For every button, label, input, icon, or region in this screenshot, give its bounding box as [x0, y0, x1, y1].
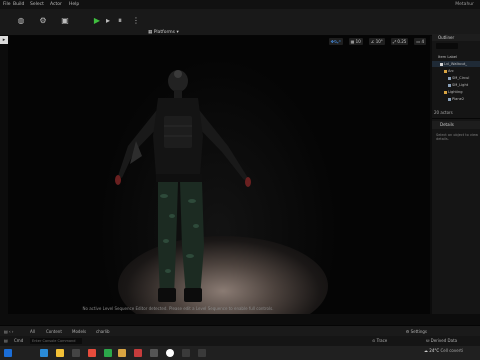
- sequencer-message: No active Level Sequence Editor detected…: [82, 306, 274, 311]
- weather-widget[interactable]: ☁ 24°C Cell coverti: [424, 348, 463, 353]
- viewport-toolbar: ✥↻⤢ ▦ 10 ∠ 10° ⤢ 0.25 ▭ 4: [328, 38, 426, 47]
- outliner-item-arc[interactable]: Arc: [432, 68, 480, 74]
- chrome-icon[interactable]: [88, 349, 96, 357]
- menu-item-help[interactable]: Help: [69, 2, 79, 7]
- menu-item-build[interactable]: Build: [13, 2, 24, 7]
- content-drawer-icon[interactable]: ▤ ‹ ›: [4, 329, 14, 334]
- play-icon[interactable]: ▶: [92, 16, 102, 26]
- level-viewport[interactable]: ✥↻⤢ ▦ 10 ∠ 10° ⤢ 0.25 ▭ 4 No active Leve…: [8, 36, 430, 314]
- outliner-item-sm-light[interactable]: SM_Light: [432, 82, 480, 88]
- app-icon[interactable]: [198, 349, 206, 357]
- outliner-item-sm-circul[interactable]: SM_Circul: [432, 75, 480, 81]
- unreal-engine-icon[interactable]: [166, 349, 174, 357]
- details-title: Details: [432, 121, 480, 129]
- app-icon[interactable]: [134, 349, 142, 357]
- content-drawer-button[interactable]: ▤: [4, 338, 8, 343]
- app-icon[interactable]: [118, 349, 126, 357]
- scale-snap-button[interactable]: ⤢ 0.25: [390, 38, 409, 45]
- add-actor-icon[interactable]: ◍: [16, 16, 26, 26]
- explorer-icon[interactable]: [56, 349, 64, 357]
- outliner-item-plane2[interactable]: Plane2: [432, 96, 480, 102]
- outliner-title: Outliner: [432, 34, 480, 41]
- windows-taskbar: ☁ 24°C Cell coverti: [0, 346, 480, 360]
- breadcrumb-all[interactable]: All: [30, 329, 35, 334]
- outliner-item-level[interactable]: Lvl_Walkout_: [432, 61, 480, 67]
- content-browser-bar: ▤ ‹ › All Content Models charlib ⚙ Setti…: [0, 325, 480, 336]
- more-icon[interactable]: ⋮: [131, 16, 141, 26]
- menu-bar: File Build Select Actor Help Metahur: [0, 0, 480, 9]
- level-icon: [440, 62, 443, 66]
- outliner-item-lighting[interactable]: Lighting: [432, 89, 480, 95]
- cinematics-icon[interactable]: ▣: [60, 16, 70, 26]
- app-icon[interactable]: [104, 349, 112, 357]
- weather-icon: ☁: [424, 348, 428, 353]
- mesh-icon: [448, 83, 451, 87]
- blueprint-icon[interactable]: ⚙: [38, 16, 48, 26]
- details-panel: Details Select an object to view details…: [432, 118, 480, 314]
- outliner-header: Item Label: [438, 55, 458, 59]
- status-bar: ▤ Cmd Enter Console Command ⊙ Trace ⛁ De…: [0, 336, 480, 346]
- app-icon[interactable]: [182, 349, 190, 357]
- panel-tab-icon[interactable]: ▸: [0, 36, 8, 44]
- mesh-icon: [448, 97, 451, 101]
- grid-snap-button[interactable]: ▦ 10: [348, 38, 363, 45]
- step-icon[interactable]: ▸: [103, 16, 113, 26]
- camera-speed-button[interactable]: ▭ 4: [414, 38, 426, 45]
- cmd-label[interactable]: Cmd: [14, 338, 23, 343]
- breadcrumb-models[interactable]: Models: [72, 329, 86, 334]
- menu-item-select[interactable]: Select: [30, 2, 44, 7]
- menu-item-actor[interactable]: Actor: [50, 2, 62, 7]
- details-empty-note: Select an object to view details.: [436, 133, 478, 141]
- folder-icon: [444, 69, 447, 73]
- edge-icon[interactable]: [40, 349, 48, 357]
- console-command-input[interactable]: Enter Console Command: [30, 338, 82, 344]
- rotation-snap-button[interactable]: ∠ 10°: [368, 38, 385, 45]
- breadcrumb-content[interactable]: Content: [46, 329, 62, 334]
- app-icon[interactable]: [72, 349, 80, 357]
- trace-button[interactable]: ⊙ Trace: [372, 338, 387, 343]
- menu-item-file[interactable]: File: [3, 2, 11, 7]
- settings-button[interactable]: ⚙ Settings: [406, 329, 427, 334]
- folder-icon: [444, 90, 447, 94]
- window-title: Metahur: [455, 2, 474, 7]
- app-icon[interactable]: [150, 349, 158, 357]
- mesh-icon: [448, 76, 451, 80]
- main-toolbar: ◍ ⚙ ▣ ▶ ▸ ⏸ ⋮ ▦ Platforms ▾: [0, 9, 480, 36]
- outliner-search-input[interactable]: [436, 43, 458, 49]
- outliner-panel: Outliner Item Label Lvl_Walkout_ Arc SM_…: [432, 34, 480, 118]
- translate-tool-icon[interactable]: ✥↻⤢: [328, 38, 343, 45]
- derived-data-button[interactable]: ⛁ Derived Data: [426, 338, 457, 343]
- start-icon[interactable]: [4, 349, 12, 357]
- breadcrumb-charlib[interactable]: charlib: [96, 329, 110, 334]
- actors-count: 20 actors: [434, 110, 453, 115]
- pause-icon[interactable]: ⏸: [115, 16, 125, 26]
- character-model[interactable]: [108, 66, 328, 311]
